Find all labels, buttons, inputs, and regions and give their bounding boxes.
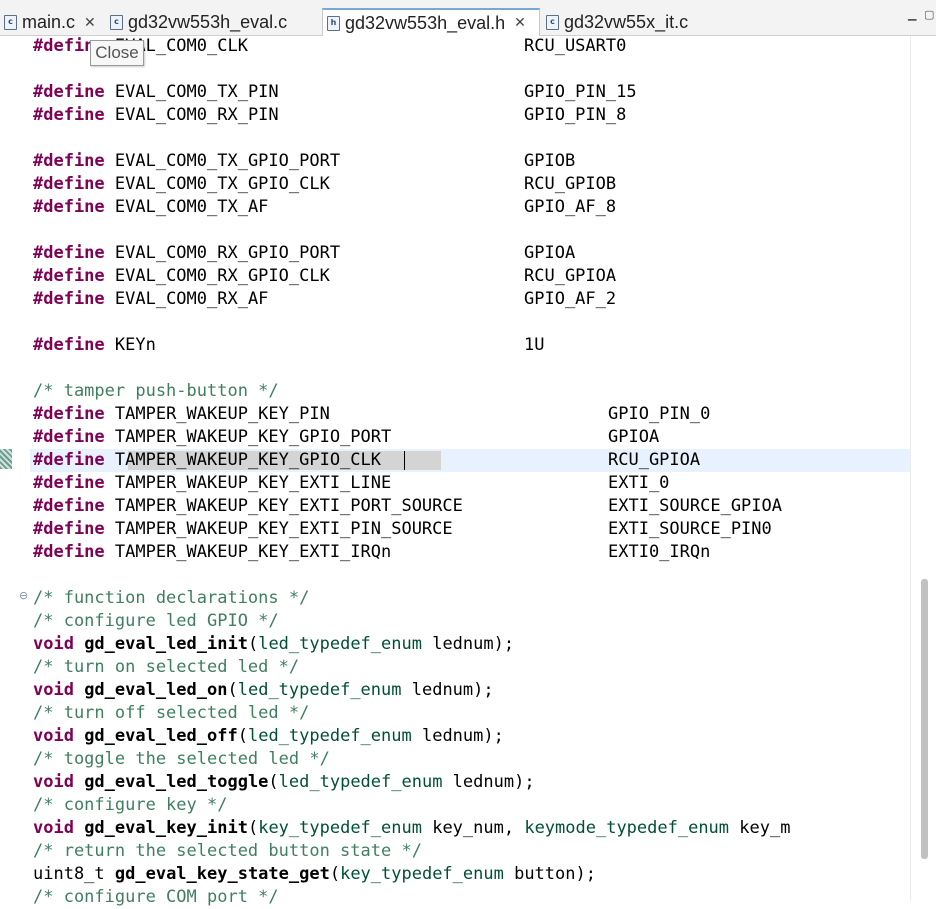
overview-ruler xyxy=(0,36,16,901)
code-value: RCU_GPIOA xyxy=(524,266,617,286)
code-line: #define EVAL_COM0_TX_GPIO_CLK xyxy=(33,174,330,194)
code-line: #define TAMPER_WAKEUP_KEY_EXTI_IRQn xyxy=(33,542,392,562)
c-file-icon: c xyxy=(4,15,17,30)
code-line: #define EVAL_COM0_RX_AF xyxy=(33,289,269,309)
code-line: #define TAMPER_WAKEUP_KEY_PIN xyxy=(33,404,330,424)
fold-toggle-icon[interactable]: ⊖ xyxy=(19,589,28,602)
code-value: GPIO_AF_8 xyxy=(524,197,617,217)
h-file-icon: h xyxy=(327,15,340,31)
code-line: #define EVAL_COM0_TX_PIN xyxy=(33,82,279,102)
c-file-icon: c xyxy=(546,15,559,30)
code-line: #define EVAL_COM0_RX_GPIO_PORT xyxy=(33,243,341,263)
code-value: GPIOA xyxy=(608,427,660,447)
code-line: void gd_eval_led_off(led_typedef_enum le… xyxy=(33,726,504,746)
tab-main-c[interactable]: c main.c ✕ xyxy=(0,9,104,36)
editor-tab-bar: c main.c ✕ c gd32vw553h_eval.c h gd32vw5… xyxy=(0,0,936,36)
text-caret xyxy=(404,451,405,470)
code-editor[interactable]: ⊖ #define EVAL_COM0_CLK RCU_USART0 #defi… xyxy=(0,36,936,907)
gutter xyxy=(16,36,30,901)
code-line: #define EVAL_COM0_RX_GPIO_CLK xyxy=(33,266,330,286)
code-comment: /* return the selected button state */ xyxy=(33,841,422,861)
maximize-icon[interactable]: ▢ xyxy=(924,8,934,21)
code-comment: /* turn off selected led */ xyxy=(33,703,310,723)
minimize-icon[interactable]: ▁ xyxy=(908,8,916,21)
code-value: GPIO_PIN_8 xyxy=(524,105,627,125)
code-comment: /* configure COM port */ xyxy=(33,887,279,907)
code-line: #define EVAL_COM0_TX_GPIO_PORT xyxy=(33,151,341,171)
tab-label: main.c xyxy=(22,12,76,32)
code-line: void gd_eval_led_on(led_typedef_enum led… xyxy=(33,680,494,700)
code-line: #define EVAL_COM0_RX_PIN xyxy=(33,105,279,125)
code-line: uint8_t gd_eval_key_state_get(key_typede… xyxy=(33,864,596,884)
code-value: EXTI0_IRQn xyxy=(608,542,711,562)
code-line: #define TAMPER_WAKEUP_KEY_EXTI_LINE xyxy=(33,473,392,493)
code-line: #define KEYn xyxy=(33,335,156,355)
code-comment: /* function declarations */ xyxy=(33,588,310,608)
tab-gd32vw55x-it-c[interactable]: c gd32vw55x_it.c xyxy=(542,9,732,36)
code-value: GPIOA xyxy=(524,243,576,263)
code-value: GPIO_PIN_15 xyxy=(524,82,637,102)
code-line: #define TAMPER_WAKEUP_KEY_EXTI_PORT_SOUR… xyxy=(33,496,463,516)
code-value: EXTI_SOURCE_GPIOA xyxy=(608,496,782,516)
code-value: RCU_GPIOA xyxy=(608,450,701,470)
code-value: GPIOB xyxy=(524,151,576,171)
code-line: void gd_eval_led_toggle(led_typedef_enum… xyxy=(33,772,535,792)
code-value: GPIO_PIN_0 xyxy=(608,404,711,424)
c-file-icon: c xyxy=(110,15,123,30)
vertical-scrollbar[interactable] xyxy=(910,36,936,901)
code-line: #define EVAL_COM0_TX_AF xyxy=(33,197,269,217)
toolbar-strip xyxy=(140,0,440,8)
close-tooltip: Close xyxy=(90,40,144,66)
code-line: #define TAMPER_WAKEUP_KEY_GPIO_CLK xyxy=(33,450,381,470)
code-comment: /* tamper push-button */ xyxy=(33,381,279,401)
tab-label: gd32vw553h_eval.h xyxy=(345,12,506,33)
change-marker xyxy=(0,449,12,469)
close-icon[interactable]: ✕ xyxy=(514,15,526,31)
close-icon[interactable]: ✕ xyxy=(84,15,96,31)
code-value: EXTI_0 xyxy=(608,473,670,493)
code-line: #define TAMPER_WAKEUP_KEY_GPIO_PORT xyxy=(33,427,392,447)
tab-gd32vw553h-eval-c[interactable]: c gd32vw553h_eval.c xyxy=(106,9,322,36)
code-value: GPIO_AF_2 xyxy=(524,289,617,309)
code-value: 1U xyxy=(524,335,545,355)
code-comment: /* configure key */ xyxy=(33,795,228,815)
code-comment: /* configure led GPIO */ xyxy=(33,611,279,631)
tab-label: gd32vw55x_it.c xyxy=(564,12,689,32)
code-line: void gd_eval_key_init(key_typedef_enum k… xyxy=(33,818,791,838)
tab-gd32vw553h-eval-h[interactable]: h gd32vw553h_eval.h ✕ xyxy=(322,8,540,36)
code-line: #define TAMPER_WAKEUP_KEY_EXTI_PIN_SOURC… xyxy=(33,519,453,539)
code-value: EXTI_SOURCE_PIN0 xyxy=(608,519,772,539)
code-comment: /* toggle the selected led */ xyxy=(33,749,330,769)
scrollbar-thumb[interactable] xyxy=(921,579,928,859)
code-comment: /* turn on selected led */ xyxy=(33,657,300,677)
code-value: RCU_USART0 xyxy=(524,36,627,56)
code-value: RCU_GPIOB xyxy=(524,174,617,194)
code-line: void gd_eval_led_init(led_typedef_enum l… xyxy=(33,634,515,654)
tab-label: gd32vw553h_eval.c xyxy=(128,12,288,32)
